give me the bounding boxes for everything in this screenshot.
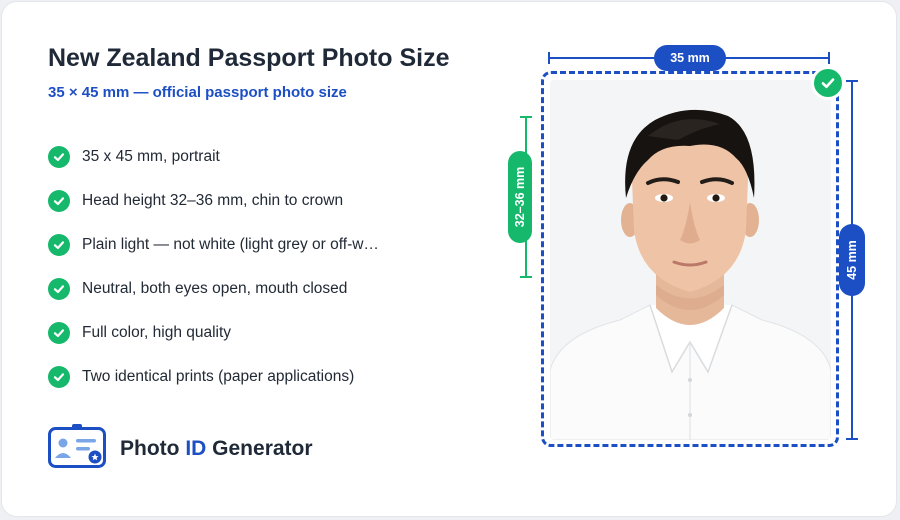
head-height-label: 32–36 mm <box>508 151 532 243</box>
width-label: 35 mm <box>654 45 726 71</box>
requirement-text: Full color, high quality <box>82 324 232 341</box>
page-subtitle: 35 × 45 mm — official passport photo siz… <box>48 84 347 101</box>
height-label: 45 mm <box>839 224 865 296</box>
requirement-text: Head height 32–36 mm, chin to crown <box>82 192 344 209</box>
list-item: Two identical prints (paper applications… <box>48 366 398 410</box>
check-circle-icon <box>48 190 70 212</box>
head-dimension-tick <box>520 116 532 118</box>
portrait-photo <box>550 80 831 440</box>
requirement-text: 35 x 45 mm, portrait <box>82 148 220 165</box>
check-circle-icon <box>48 278 70 300</box>
width-dimension-tick <box>828 52 830 64</box>
check-circle-icon <box>48 146 70 168</box>
height-dimension-tick <box>846 438 858 440</box>
head-dimension-tick <box>520 276 532 278</box>
requirement-text: Plain light — not white (light grey or o… <box>82 236 379 253</box>
brand-name: Photo ID Generator <box>120 436 313 460</box>
check-circle-icon <box>48 234 70 256</box>
requirements-list: 35 x 45 mm, portrait Head height 32–36 m… <box>48 146 398 410</box>
check-circle-icon <box>48 366 70 388</box>
page-title: New Zealand Passport Photo Size <box>48 44 450 72</box>
list-item: Full color, high quality <box>48 322 398 366</box>
approved-check-icon <box>811 66 845 100</box>
id-card-icon <box>48 424 106 473</box>
height-dimension-tick <box>846 80 858 82</box>
list-item: 35 x 45 mm, portrait <box>48 146 398 190</box>
brand-logo: Photo ID Generator <box>48 424 313 473</box>
check-circle-icon <box>48 322 70 344</box>
list-item: Head height 32–36 mm, chin to crown <box>48 190 398 234</box>
width-dimension-tick <box>548 52 550 64</box>
list-item: Plain light — not white (light grey or o… <box>48 234 398 278</box>
list-item: Neutral, both eyes open, mouth closed <box>48 278 398 322</box>
requirement-text: Two identical prints (paper applications… <box>82 368 355 385</box>
requirement-text: Neutral, both eyes open, mouth closed <box>82 280 348 297</box>
